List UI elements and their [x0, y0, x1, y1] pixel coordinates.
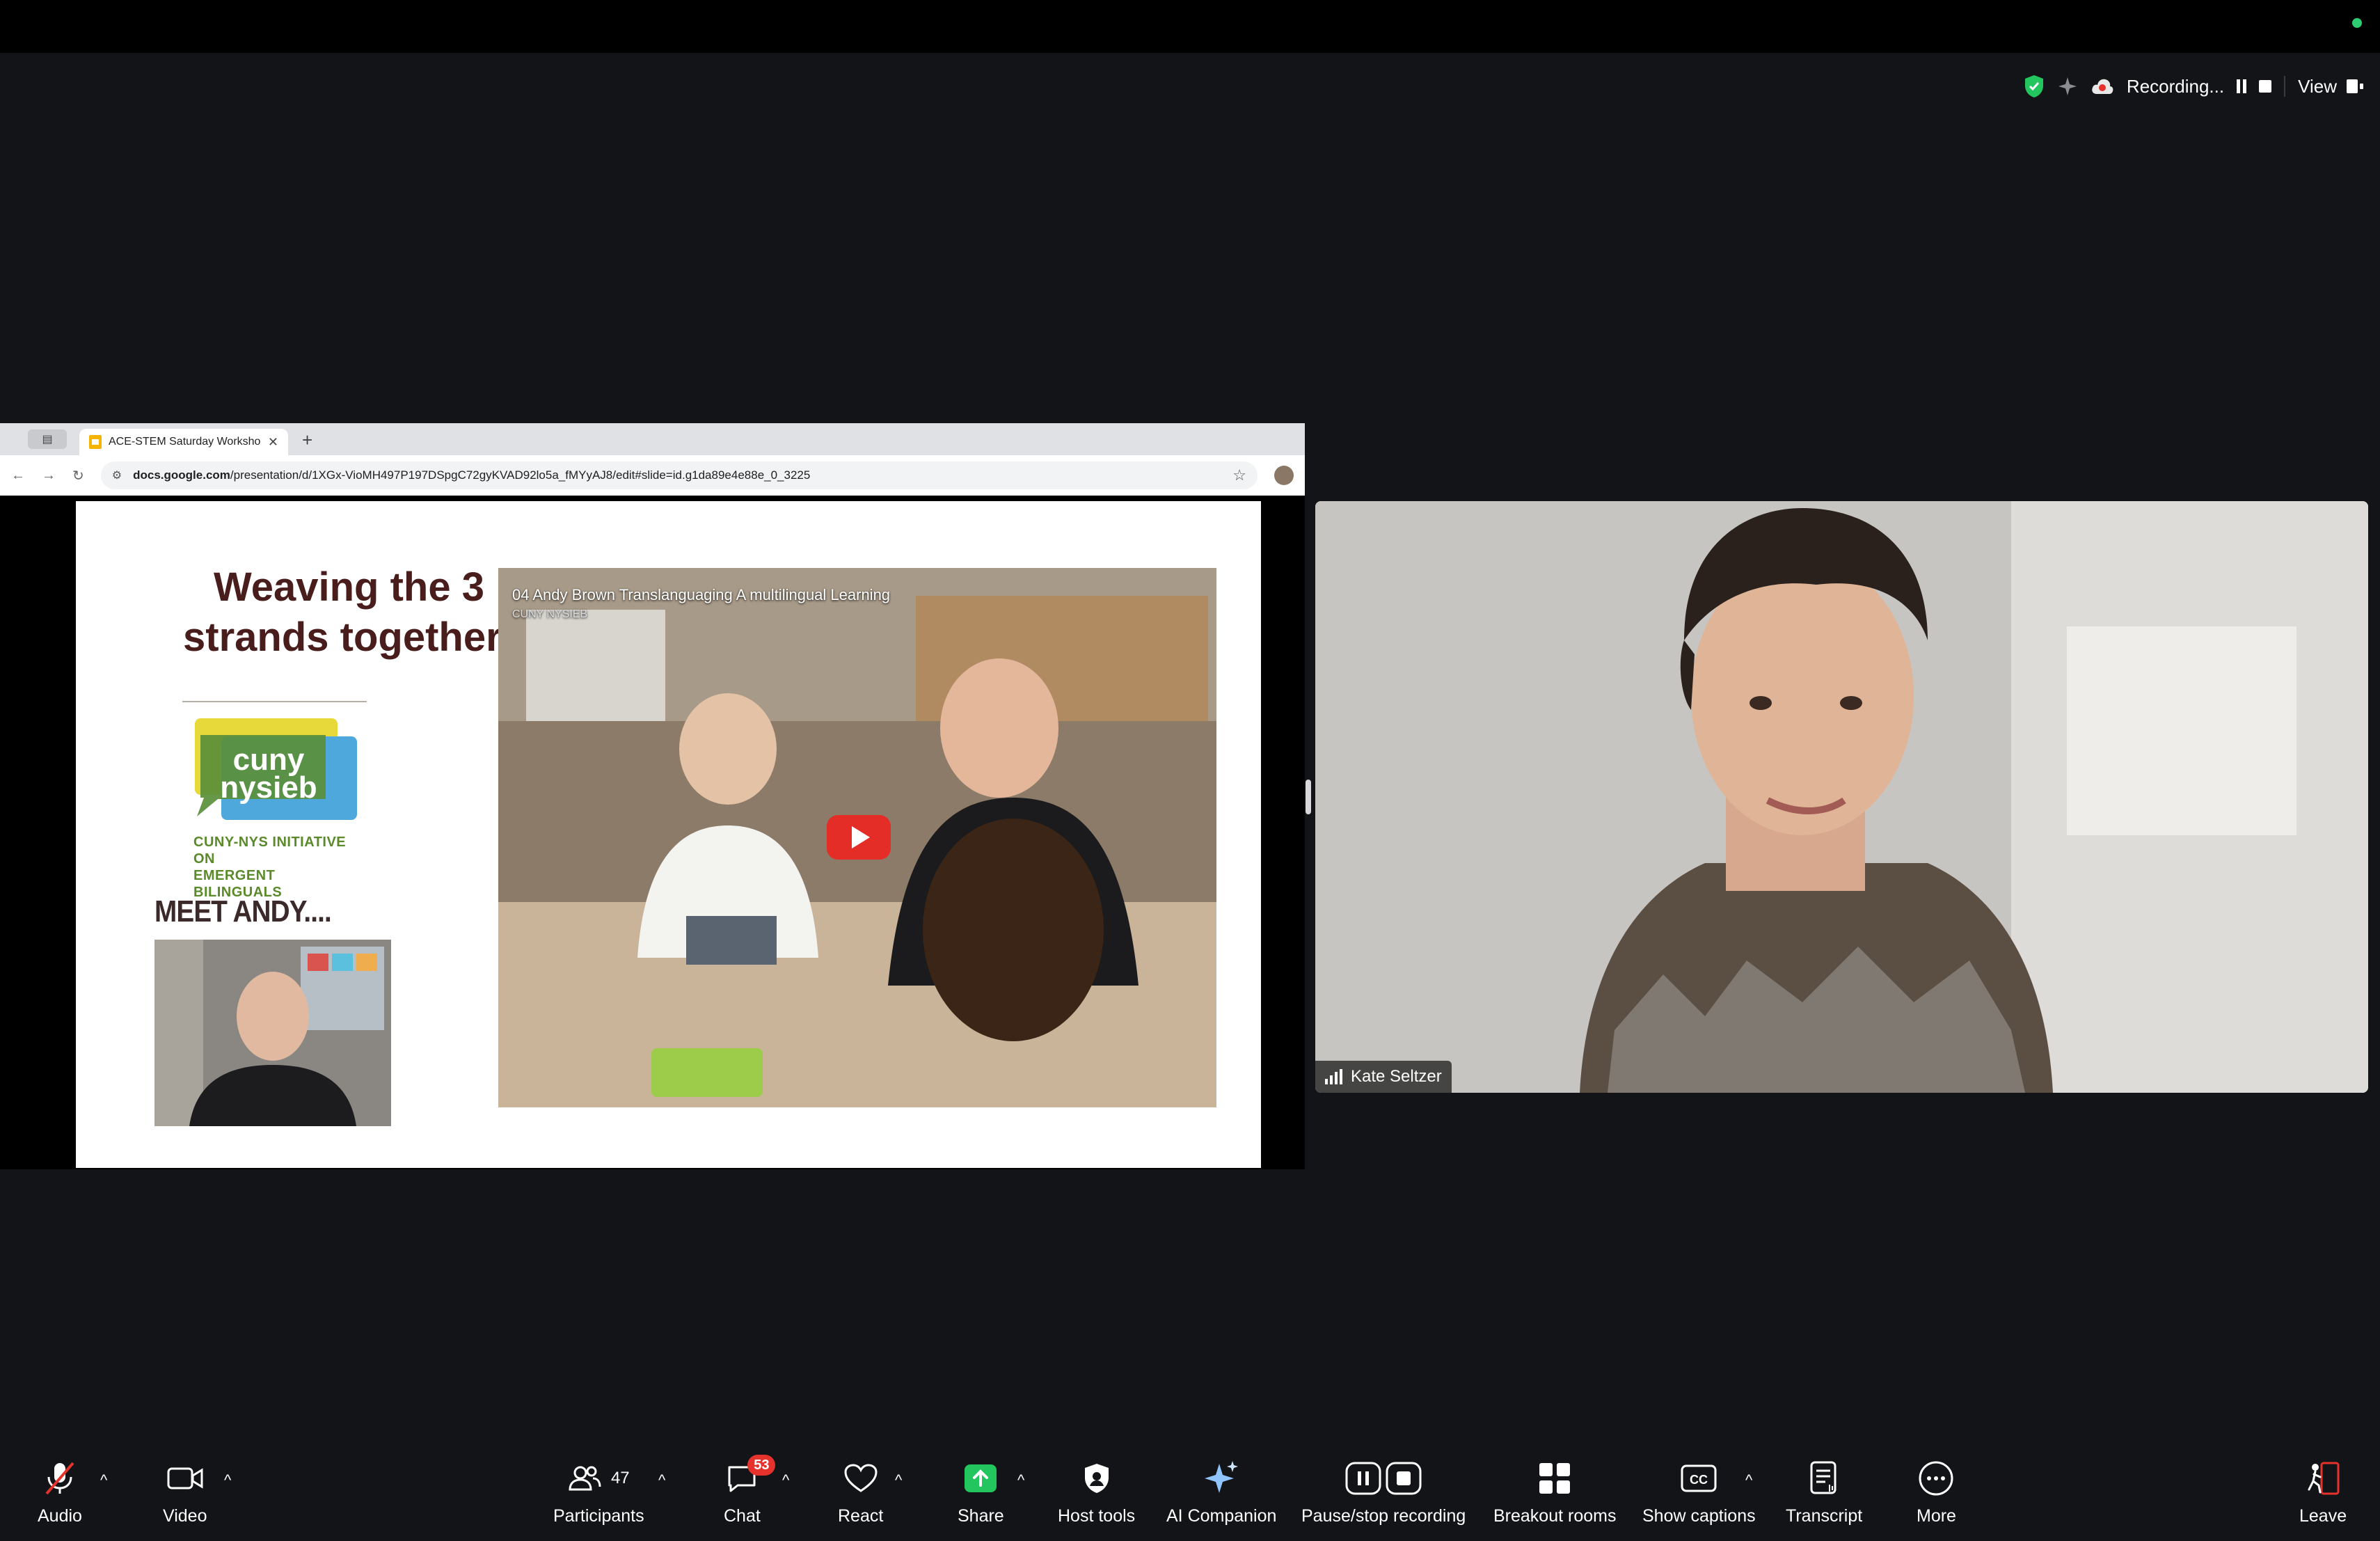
pause-stop-icon: [1345, 1457, 1422, 1499]
heart-icon: [843, 1457, 878, 1499]
chat-unread-badge: 53: [747, 1455, 776, 1476]
embedded-youtube-video[interactable]: 04 Andy Brown Translanguaging A multilin…: [498, 568, 1216, 1107]
show-captions-button[interactable]: CC Show captions: [1642, 1457, 1756, 1526]
react-options-caret[interactable]: ^: [895, 1471, 902, 1489]
logo-caption: CUNY-NYS INITIATIVE ON EMERGENT BILINGUA…: [193, 835, 347, 900]
meet-andy-heading: MEET ANDY....: [154, 894, 332, 928]
more-button[interactable]: More: [1917, 1457, 1956, 1526]
transcript-icon: [1809, 1457, 1839, 1499]
slide-divider: [182, 701, 367, 702]
forward-arrow-icon[interactable]: →: [42, 468, 56, 484]
video-options-caret[interactable]: ^: [224, 1471, 231, 1489]
cuny-nysieb-logo: cuny nysieb: [195, 718, 357, 820]
participants-count: 47: [610, 1469, 630, 1487]
share-screen-icon: [963, 1457, 998, 1499]
chat-button[interactable]: 53 Chat: [724, 1455, 776, 1526]
macos-top-bar: [0, 0, 2380, 53]
leave-button[interactable]: Leave: [2299, 1457, 2347, 1526]
browser-tab-active[interactable]: ACE-STEM Saturday Worksho ✕: [79, 429, 288, 455]
pause-stop-recording-button[interactable]: Pause/stop recording: [1301, 1457, 1466, 1526]
cc-icon: CC: [1681, 1457, 1717, 1499]
react-button[interactable]: React: [838, 1457, 883, 1526]
breakout-rooms-button[interactable]: Breakout rooms: [1493, 1457, 1616, 1526]
share-options-caret[interactable]: ^: [1017, 1471, 1024, 1489]
captions-options-caret[interactable]: ^: [1745, 1471, 1752, 1489]
ai-sparkle-icon: [1203, 1457, 1240, 1499]
meeting-status-bar: Recording... View: [2024, 70, 2365, 103]
reload-icon[interactable]: ↻: [72, 467, 84, 484]
participants-options-caret[interactable]: ^: [658, 1471, 665, 1489]
cloud-recording-icon: [2091, 77, 2114, 95]
profile-avatar[interactable]: [1274, 466, 1294, 485]
pause-recording-icon[interactable]: [2237, 79, 2247, 93]
svg-text:CC: CC: [1690, 1473, 1708, 1487]
recording-status-label: Recording...: [2126, 75, 2225, 97]
new-tab-icon[interactable]: +: [302, 429, 312, 451]
video-channel: CUNY NYSIEB: [512, 608, 588, 620]
video-camera-icon: [166, 1457, 204, 1499]
view-layout-icon: [2347, 79, 2363, 93]
connection-signal-icon: [1325, 1069, 1342, 1084]
participants-icon: 47: [568, 1457, 630, 1499]
audio-button[interactable]: Audio: [38, 1457, 82, 1526]
more-dots-icon: [1918, 1457, 1954, 1499]
bookmark-star-icon[interactable]: ☆: [1232, 466, 1246, 484]
youtube-play-icon[interactable]: [827, 815, 891, 860]
speaker-video-feed: [1315, 501, 2368, 1093]
breakout-grid-icon: [1537, 1457, 1572, 1499]
ai-sparkle-icon[interactable]: [2057, 76, 2078, 97]
video-title: 04 Andy Brown Translanguaging A multilin…: [512, 586, 891, 603]
url-text: docs.google.com/presentation/d/1XGx-VioM…: [133, 468, 811, 482]
tab-search-icon[interactable]: ▤: [28, 429, 67, 449]
view-label: View: [2298, 75, 2337, 97]
camera-indicator-dot: [2352, 18, 2362, 28]
video-button[interactable]: Video: [163, 1457, 207, 1526]
andy-photo: [154, 940, 391, 1126]
address-bar[interactable]: ⚙ docs.google.com/presentation/d/1XGx-Vi…: [100, 461, 1258, 489]
transcript-button[interactable]: Transcript: [1786, 1457, 1862, 1526]
participants-button[interactable]: 47 Participants: [553, 1457, 644, 1526]
browser-toolbar: ← → ↻ ⚙ docs.google.com/presentation/d/1…: [0, 455, 1305, 496]
google-slides-icon: [89, 435, 102, 449]
participant-name-tag: Kate Seltzer: [1315, 1061, 1452, 1093]
speaker-video-tile[interactable]: Kate Seltzer: [1315, 501, 2368, 1093]
panel-resize-handle[interactable]: [1306, 780, 1311, 814]
host-tools-button[interactable]: Host tools: [1058, 1457, 1135, 1526]
svg-text:nysieb: nysieb: [220, 770, 317, 805]
audio-options-caret[interactable]: ^: [100, 1471, 107, 1489]
shared-screen: ▤ ACE-STEM Saturday Worksho ✕ + ← → ↻ ⚙ …: [0, 423, 1305, 1169]
presentation-slide: Weaving the 3 strands together! cuny nys…: [76, 501, 1261, 1168]
chat-options-caret[interactable]: ^: [782, 1471, 789, 1489]
browser-tab-strip: ▤ ACE-STEM Saturday Worksho ✕ +: [0, 423, 1305, 455]
tab-title: ACE-STEM Saturday Worksho: [109, 436, 261, 448]
ai-companion-button[interactable]: AI Companion: [1166, 1457, 1276, 1526]
host-shield-icon: [1083, 1457, 1111, 1499]
slide-viewport: Weaving the 3 strands together! cuny nys…: [0, 496, 1305, 1169]
encryption-shield-icon[interactable]: [2024, 74, 2045, 98]
status-divider: [2284, 76, 2286, 97]
leave-door-icon: [2305, 1457, 2341, 1499]
meeting-toolbar: Audio ^ Video ^ 47 Participants ^ 53 Cha…: [0, 1448, 2380, 1541]
view-button[interactable]: View: [2298, 76, 2365, 97]
site-settings-icon[interactable]: ⚙: [112, 468, 122, 482]
back-arrow-icon[interactable]: ←: [11, 468, 25, 484]
chat-icon: 53: [725, 1455, 776, 1499]
participant-name: Kate Seltzer: [1351, 1067, 1442, 1086]
stop-recording-icon[interactable]: [2259, 80, 2272, 93]
share-button[interactable]: Share: [958, 1457, 1004, 1526]
muted-mic-icon: [42, 1457, 77, 1499]
tab-close-icon[interactable]: ✕: [268, 435, 278, 450]
